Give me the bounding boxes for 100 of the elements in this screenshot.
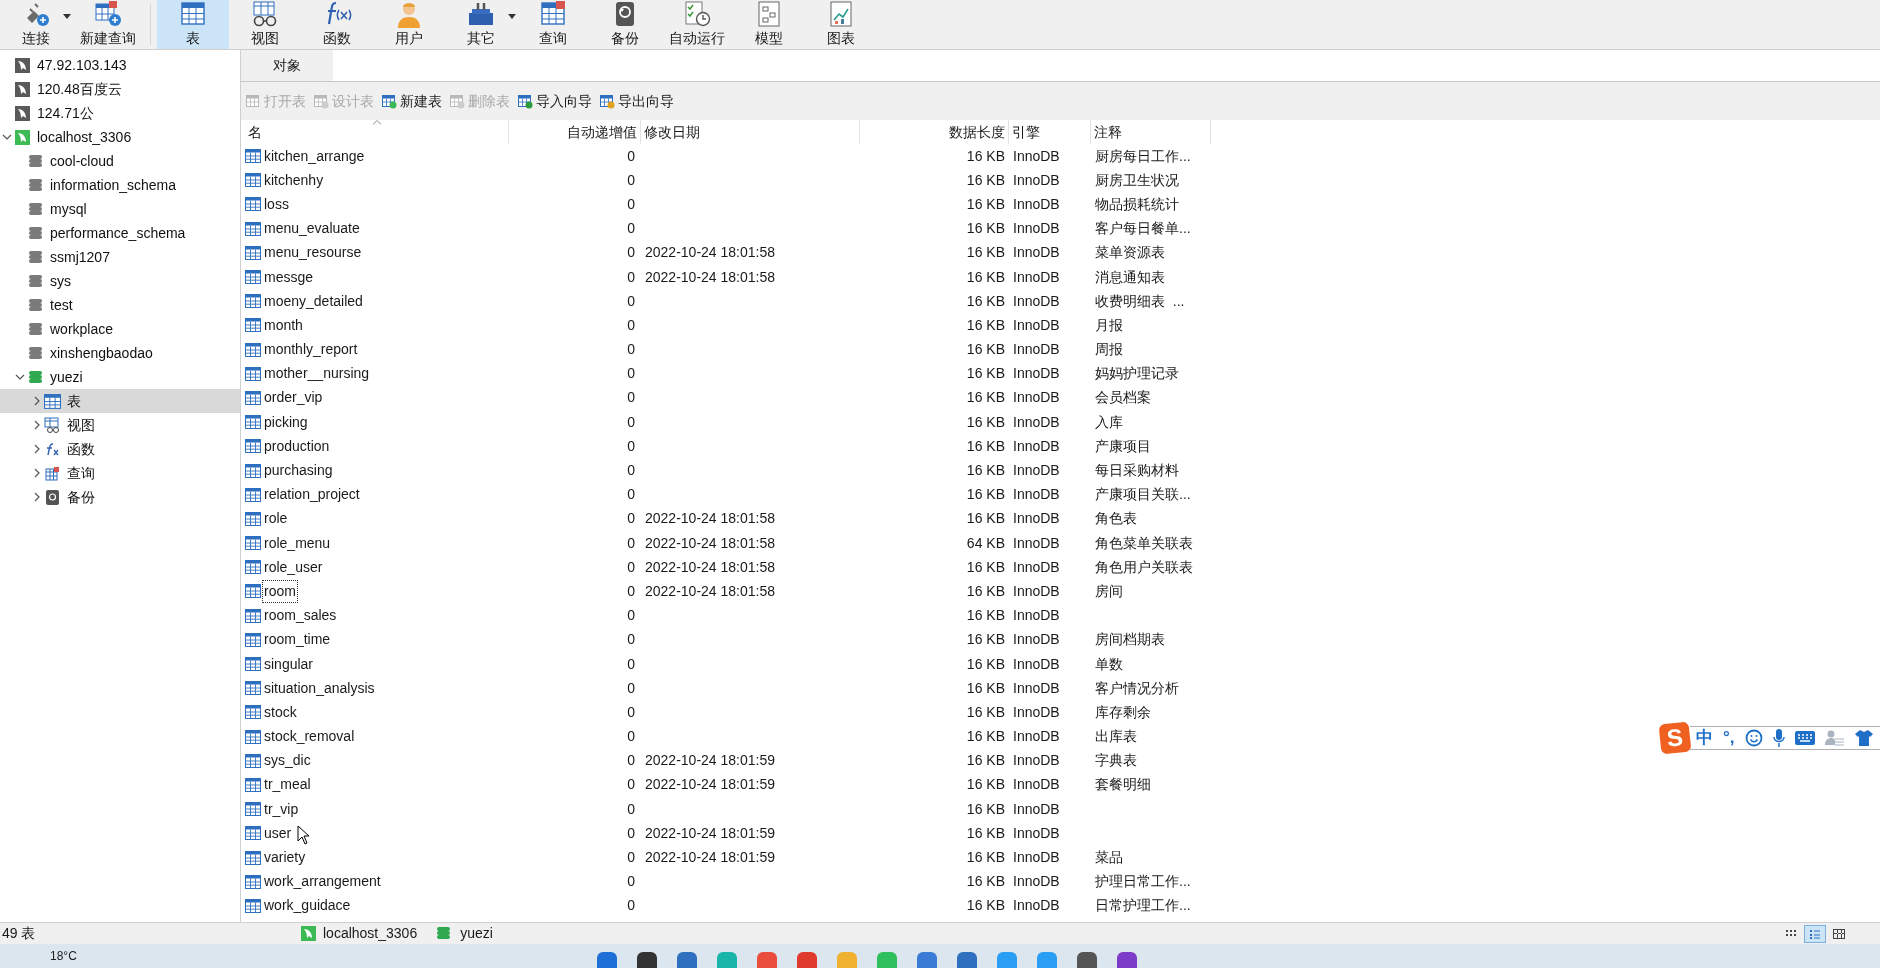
chevron-down-icon[interactable]: [2, 132, 12, 142]
table-name[interactable]: role_user: [262, 555, 325, 579]
table-icon: [245, 583, 261, 600]
table-name[interactable]: kitchenhy: [262, 168, 326, 192]
table-name[interactable]: stock_removal: [262, 725, 357, 749]
table-name[interactable]: tr_meal: [262, 773, 313, 797]
toolbar-action[interactable]: 新建表: [381, 90, 443, 112]
table-name[interactable]: room: [262, 579, 298, 603]
app-icon[interactable]: [636, 952, 657, 968]
toolbar-button[interactable]: 视图: [229, 0, 301, 49]
shirt-icon[interactable]: [1854, 729, 1873, 747]
list-view-button[interactable]: [1804, 924, 1826, 943]
toolbar-action[interactable]: 导出向导: [599, 90, 675, 112]
table-cell-text: InnoDB: [1013, 606, 1060, 626]
tree-item[interactable]: test: [0, 293, 240, 317]
table-name[interactable]: purchasing: [262, 459, 335, 483]
tree-item[interactable]: 查询: [0, 461, 240, 485]
toolbar-action[interactable]: 导入向导: [517, 90, 593, 112]
database-name: yuezi: [460, 924, 493, 943]
tree-item[interactable]: 备份: [0, 485, 240, 509]
table-name[interactable]: singular: [262, 652, 316, 676]
toolbar-button[interactable]: 用户: [373, 0, 445, 49]
table-name[interactable]: work_guidace: [262, 894, 353, 918]
table-name[interactable]: user: [262, 821, 294, 845]
toolbar-button[interactable]: 连接: [0, 0, 72, 49]
table-name[interactable]: monthly_report: [262, 338, 360, 362]
table-name[interactable]: variety: [262, 846, 308, 870]
table-name[interactable]: production: [262, 434, 332, 458]
table-name[interactable]: stock: [262, 700, 299, 724]
toolbar-button[interactable]: 模型: [733, 0, 805, 49]
tab[interactable]: 对象: [241, 50, 333, 81]
tree-item[interactable]: information_schema: [0, 173, 240, 197]
table-cell-text: InnoDB: [1013, 533, 1060, 553]
chevron-right-icon[interactable]: [32, 492, 42, 502]
toolbar-button[interactable]: 自动运行: [661, 0, 733, 49]
tree-item[interactable]: performance_schema: [0, 221, 240, 245]
table-name[interactable]: loss: [262, 192, 291, 216]
table-name[interactable]: role_menu: [262, 531, 333, 555]
table-name[interactable]: picking: [262, 410, 310, 434]
chevron-down-icon[interactable]: [15, 372, 25, 382]
table-icon: [245, 438, 261, 455]
tree-item[interactable]: 表: [0, 389, 240, 413]
tree-item[interactable]: workplace: [0, 317, 240, 341]
table-name[interactable]: moeny_detailed: [262, 289, 365, 313]
chevron-right-icon[interactable]: [32, 444, 42, 454]
tree-item[interactable]: ssmj1207: [0, 245, 240, 269]
toolbar-button[interactable]: 其它: [445, 0, 517, 49]
app-icon[interactable]: [1116, 952, 1137, 968]
table-name[interactable]: mother__nursing: [262, 362, 372, 386]
table-name[interactable]: menu_resourse: [262, 241, 364, 265]
table-name[interactable]: situation_analysis: [262, 676, 377, 700]
table-name[interactable]: room_sales: [262, 604, 339, 628]
table-name[interactable]: month: [262, 313, 305, 337]
column-header[interactable]: 数据长度: [860, 120, 1009, 144]
tree-item[interactable]: localhost_3306: [0, 125, 240, 149]
table-name[interactable]: kitchen_arrange: [262, 144, 367, 168]
table-name[interactable]: messge: [262, 265, 316, 289]
tree-item[interactable]: 视图: [0, 413, 240, 437]
chevron-right-icon[interactable]: [32, 396, 42, 406]
toolbar-button[interactable]: 新建查询: [72, 0, 144, 49]
tree-item[interactable]: 120.48百度云: [0, 77, 240, 101]
tree-item[interactable]: yuezi: [0, 365, 240, 389]
table-name[interactable]: order_vip: [262, 386, 325, 410]
toolbar-button[interactable]: 查询: [517, 0, 589, 49]
keyboard-icon[interactable]: [1794, 731, 1815, 745]
tree-item[interactable]: 124.71公: [0, 101, 240, 125]
column-header[interactable]: 修改日期: [641, 120, 860, 144]
tree-item[interactable]: cool-cloud: [0, 149, 240, 173]
table-name[interactable]: work_arrangement: [262, 870, 383, 894]
microphone-icon[interactable]: [1772, 729, 1785, 747]
tree-item[interactable]: 47.92.103.143: [0, 53, 240, 77]
table-name[interactable]: relation_project: [262, 483, 362, 507]
smiley-icon[interactable]: [1744, 729, 1763, 747]
toolbar-button[interactable]: 表: [157, 0, 229, 49]
toolbar-button[interactable]: 图表: [805, 0, 877, 49]
table-name[interactable]: menu_evaluate: [262, 217, 362, 241]
app-icon[interactable]: [1076, 952, 1097, 968]
ime-mode[interactable]: 中: [1696, 725, 1713, 751]
table-name[interactable]: tr_vip: [262, 797, 301, 821]
column-header[interactable]: 引擎: [1009, 120, 1091, 144]
tree-item[interactable]: mysql: [0, 197, 240, 221]
table-cell-text: InnoDB: [1013, 727, 1060, 747]
ime-punctuation[interactable]: °,: [1723, 725, 1735, 751]
table-cell-text: 0: [627, 678, 635, 698]
chevron-right-icon[interactable]: [32, 420, 42, 430]
table-cell-text: 0: [627, 581, 635, 601]
table-name[interactable]: room_time: [262, 628, 333, 652]
column-header[interactable]: 名: [245, 120, 509, 144]
tree-item[interactable]: 函数: [0, 437, 240, 461]
table-icon: [245, 825, 261, 842]
chevron-right-icon[interactable]: [32, 468, 42, 478]
table-cell-text: 房间: [1095, 581, 1123, 601]
column-header[interactable]: 注释: [1091, 120, 1211, 144]
tree-item[interactable]: xinshengbaodao: [0, 341, 240, 365]
column-header[interactable]: 自动递增值: [509, 120, 641, 144]
tree-item[interactable]: sys: [0, 269, 240, 293]
table-name[interactable]: role: [262, 507, 290, 531]
toolbar-button[interactable]: 备份: [589, 0, 661, 49]
table-name[interactable]: sys_dic: [262, 749, 313, 773]
toolbar-button[interactable]: 函数: [301, 0, 373, 49]
